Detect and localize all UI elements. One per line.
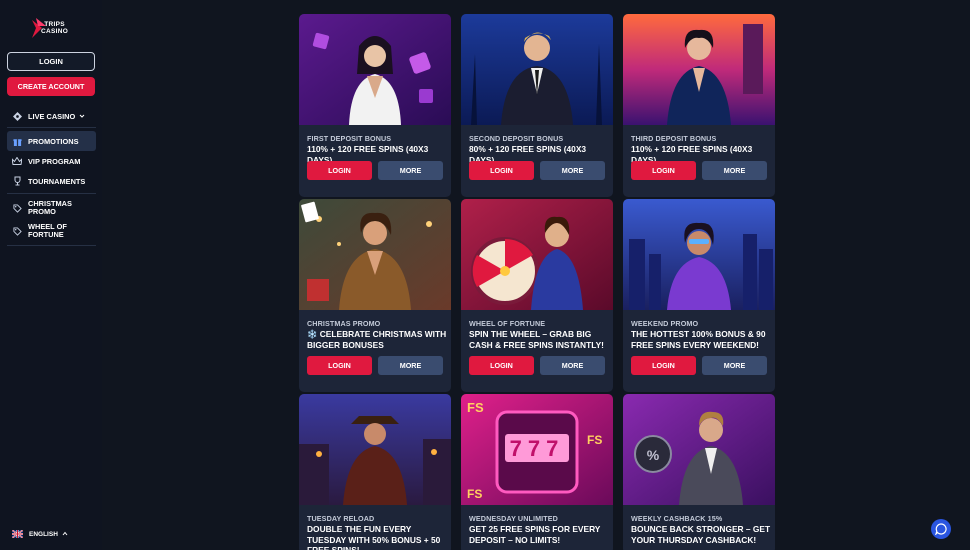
promo-category: WHEEL OF FORTUNE [469,319,546,328]
promo-image[interactable] [299,394,451,505]
promo-image[interactable] [299,199,451,310]
promo-image[interactable] [461,14,613,125]
sidebar-item-label: TOURNAMENTS [28,176,86,186]
more-button[interactable]: MORE [702,356,767,375]
more-button[interactable]: MORE [378,356,443,375]
promo-image[interactable]: 777 FS FS FS [461,394,613,505]
chat-button[interactable] [931,519,951,539]
trophy-icon [12,176,22,186]
promo-card-weekly-cashback: % WEEKLY CASHBACK 15% BOUNCE BACK STRONG… [623,394,775,550]
login-button[interactable]: LOGIN [307,161,372,180]
crown-icon [12,156,22,166]
promo-category: WEEKEND PROMO [631,319,699,328]
chevron-down-icon [79,112,85,121]
logo-line1: TRIPS [44,21,65,28]
promo-image[interactable] [299,14,451,125]
fs-label: FS [587,433,602,447]
sidebar-item-promotions[interactable]: PROMOTIONS [7,131,96,151]
promo-category: WEEKLY CASHBACK 15% [631,514,723,523]
sidebar: TRIPS CASINO LOGIN CREATE ACCOUNT LIVE C… [0,0,102,550]
promo-title: BOUNCE BACK STRONGER – GET YOUR THURSDAY… [631,524,771,545]
sidebar-item-christmas-promo[interactable]: CHRISTMAS PROMO [7,197,96,219]
coin-symbol: % [647,447,660,463]
promo-card-second-deposit: SECOND DEPOSIT BONUS 80% + 120 FREE SPIN… [461,14,613,197]
promo-image[interactable] [623,199,775,310]
promo-title: SPIN THE WHEEL – GRAB BIG CASH & FREE SP… [469,329,604,350]
promo-card-third-deposit: THIRD DEPOSIT BONUS 110% + 120 FREE SPIN… [623,14,775,197]
promo-category: THIRD DEPOSIT BONUS [631,134,717,143]
promo-title: ❄️ CELEBRATE CHRISTMAS WITH BIGGER BONUS… [307,329,447,350]
language-selector[interactable]: ENGLISH [12,530,68,538]
promo-card-wheel-of-fortune: WHEEL OF FORTUNE SPIN THE WHEEL – GRAB B… [461,199,613,392]
login-button[interactable]: LOGIN [307,356,372,375]
promo-card-first-deposit: FIRST DEPOSIT BONUS 110% + 120 FREE SPIN… [299,14,451,197]
promo-card-christmas: CHRISTMAS PROMO ❄️ CELEBRATE CHRISTMAS W… [299,199,451,392]
logo-text: TRIPS CASINO [41,21,68,35]
promo-card-weekend: WEEKEND PROMO THE HOTTEST 100% BONUS & 9… [623,199,775,392]
divider [7,245,96,246]
promo-category: WEDNESDAY UNLIMITED [469,514,558,523]
login-button[interactable]: LOGIN [7,52,95,71]
chat-bubble-icon [935,523,947,535]
promo-card-wednesday-unlimited: 777 FS FS FS WEDNESDAY UNLIMITED GET 25 … [461,394,613,550]
divider [7,127,96,128]
diamond-icon [12,111,22,121]
divider [7,193,96,194]
chevron-up-icon [62,531,68,538]
login-button[interactable]: LOGIN [469,356,534,375]
login-button[interactable]: LOGIN [631,161,696,180]
more-button[interactable]: MORE [702,161,767,180]
create-account-button[interactable]: CREATE ACCOUNT [7,77,95,96]
sidebar-item-tournaments[interactable]: TOURNAMENTS [7,171,96,191]
slot-reels-text: 777 [510,436,565,461]
logo[interactable]: TRIPS CASINO [30,16,76,40]
more-button[interactable]: MORE [540,161,605,180]
promo-category: CHRISTMAS PROMO [307,319,381,328]
uk-flag-icon [12,530,23,538]
sidebar-item-label: VIP PROGRAM [28,156,81,166]
gift-icon [12,136,22,146]
logo-line2: CASINO [41,28,69,35]
sidebar-item-wheel-of-fortune[interactable]: WHEEL OF FORTUNE [7,220,96,242]
promo-category: FIRST DEPOSIT BONUS [307,134,392,143]
promo-image[interactable] [461,199,613,310]
login-button[interactable]: LOGIN [469,161,534,180]
promo-card-tuesday-reload: TUESDAY RELOAD DOUBLE THE FUN EVERY TUES… [299,394,451,550]
sidebar-item-vip-program[interactable]: VIP PROGRAM [7,151,96,171]
sidebar-item-live-casino[interactable]: LIVE CASINO [7,106,96,126]
more-button[interactable]: MORE [378,161,443,180]
promo-title: GET 25 FREE SPINS FOR EVERY DEPOSIT – NO… [469,524,601,545]
language-label: ENGLISH [29,530,58,538]
promo-category: TUESDAY RELOAD [307,514,375,523]
fs-label: FS [467,400,484,415]
sidebar-item-label: CHRISTMAS PROMO [28,199,72,216]
promo-category: SECOND DEPOSIT BONUS [469,134,564,143]
tag-icon [12,203,22,213]
login-button[interactable]: LOGIN [631,356,696,375]
more-button[interactable]: MORE [540,356,605,375]
promo-image[interactable]: % [623,394,775,505]
promo-title: THE HOTTEST 100% BONUS & 90 FREE SPINS E… [631,329,766,350]
tag-icon [12,226,22,236]
sidebar-item-label: LIVE CASINO [28,111,76,121]
fs-label: FS [467,487,482,501]
promo-title: DOUBLE THE FUN EVERY TUESDAY WITH 50% BO… [307,524,441,550]
promo-image[interactable] [623,14,775,125]
sidebar-item-label: WHEEL OF FORTUNE [28,222,67,239]
sidebar-item-label: PROMOTIONS [28,136,79,146]
